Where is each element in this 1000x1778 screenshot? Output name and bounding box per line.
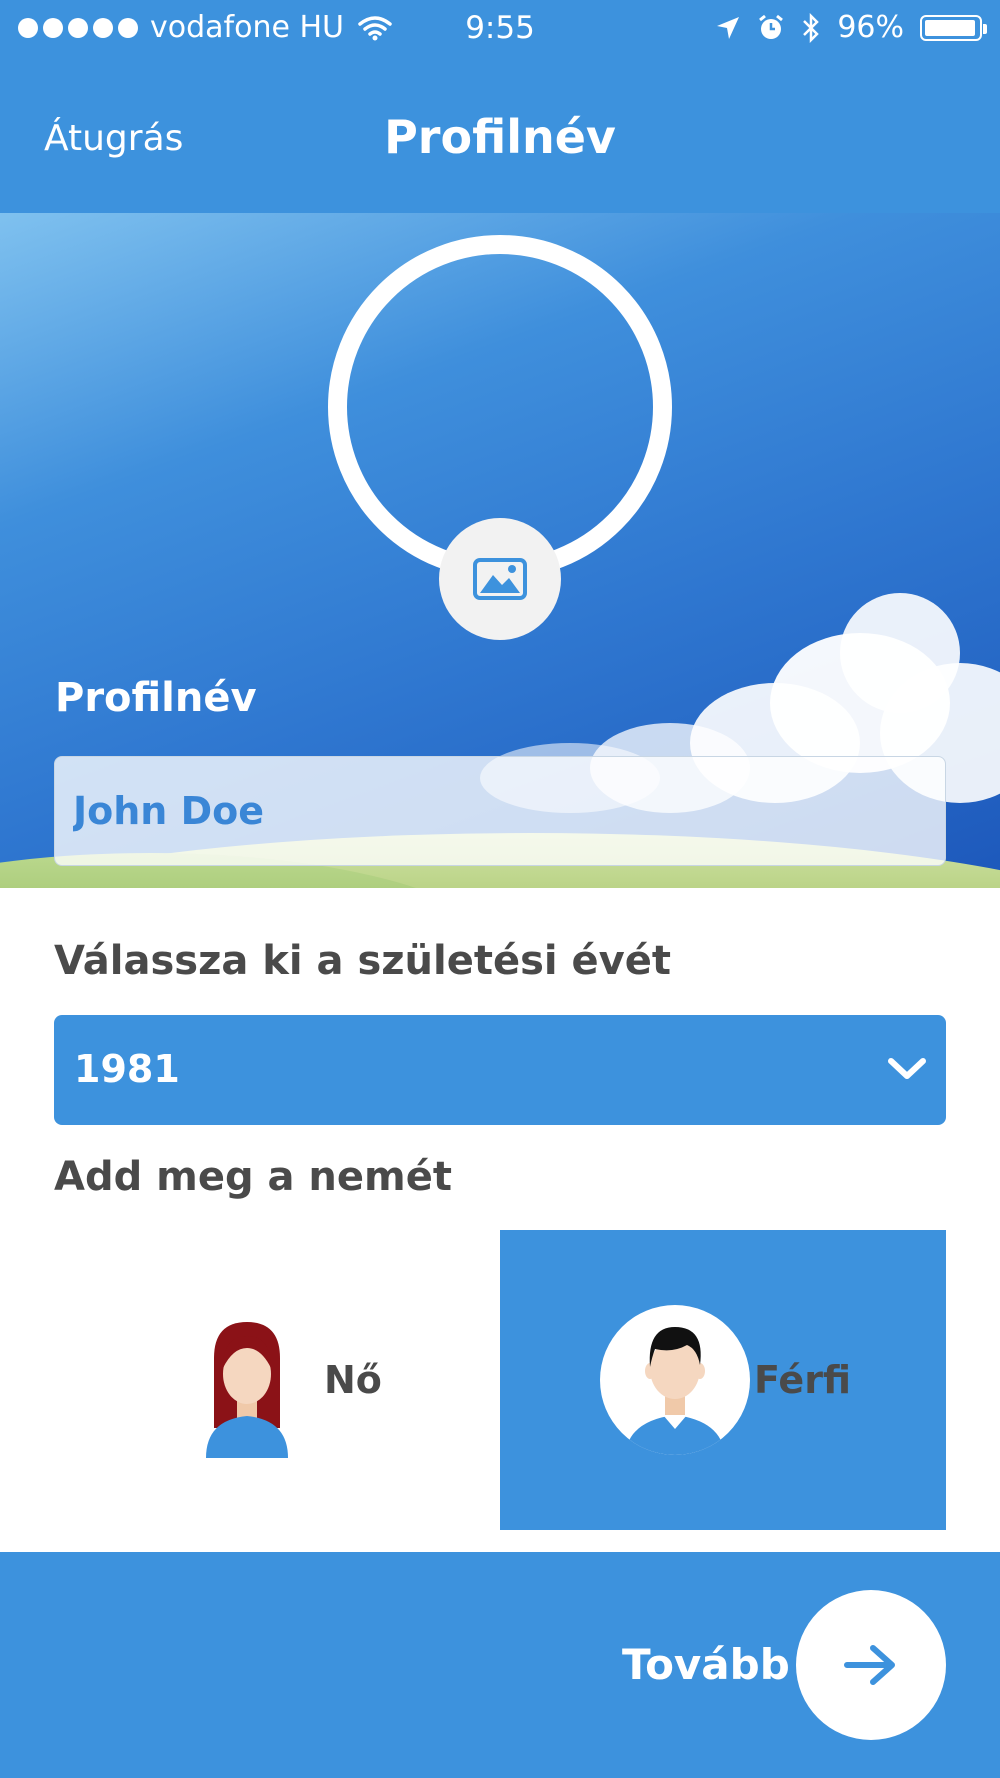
arrow-right-icon [844,1645,895,1685]
birth-year-select[interactable]: 1981 [54,1015,946,1125]
status-bar: vodafone HU 9:55 96% [0,0,1000,56]
gender-male-label: Férfi [754,1358,852,1402]
gender-label: Add meg a nemét [54,1154,452,1200]
page-title: Profilnév [384,110,616,164]
female-avatar-icon [206,1322,288,1458]
bluetooth-icon [803,12,820,43]
profile-banner: Profilnév [0,213,1000,888]
footer-bar: Tovább [0,1552,1000,1778]
chevron-down-icon [888,1058,926,1079]
profile-name-input[interactable] [54,756,946,866]
gender-option-female[interactable]: Nő [54,1230,500,1530]
next-label[interactable]: Tovább [622,1640,790,1689]
alarm-icon [759,14,784,39]
add-photo-button[interactable] [439,518,561,640]
image-icon [473,558,527,600]
gender-female-label: Nő [324,1358,382,1402]
gender-option-male[interactable]: Férfi [500,1230,946,1530]
male-avatar-icon [625,1327,725,1455]
profile-name-label: Profilnév [55,675,257,721]
battery-icon [920,14,987,41]
next-button[interactable] [796,1590,946,1740]
battery-percent: 96% [837,10,904,45]
male-avatar-circle [600,1305,750,1455]
location-arrow-icon [717,16,740,39]
birth-year-label: Válassza ki a születési évét [54,938,671,984]
birth-year-value: 1981 [74,1047,180,1091]
top-bar: vodafone HU 9:55 96% Átugrás Profilnév [0,0,1000,213]
